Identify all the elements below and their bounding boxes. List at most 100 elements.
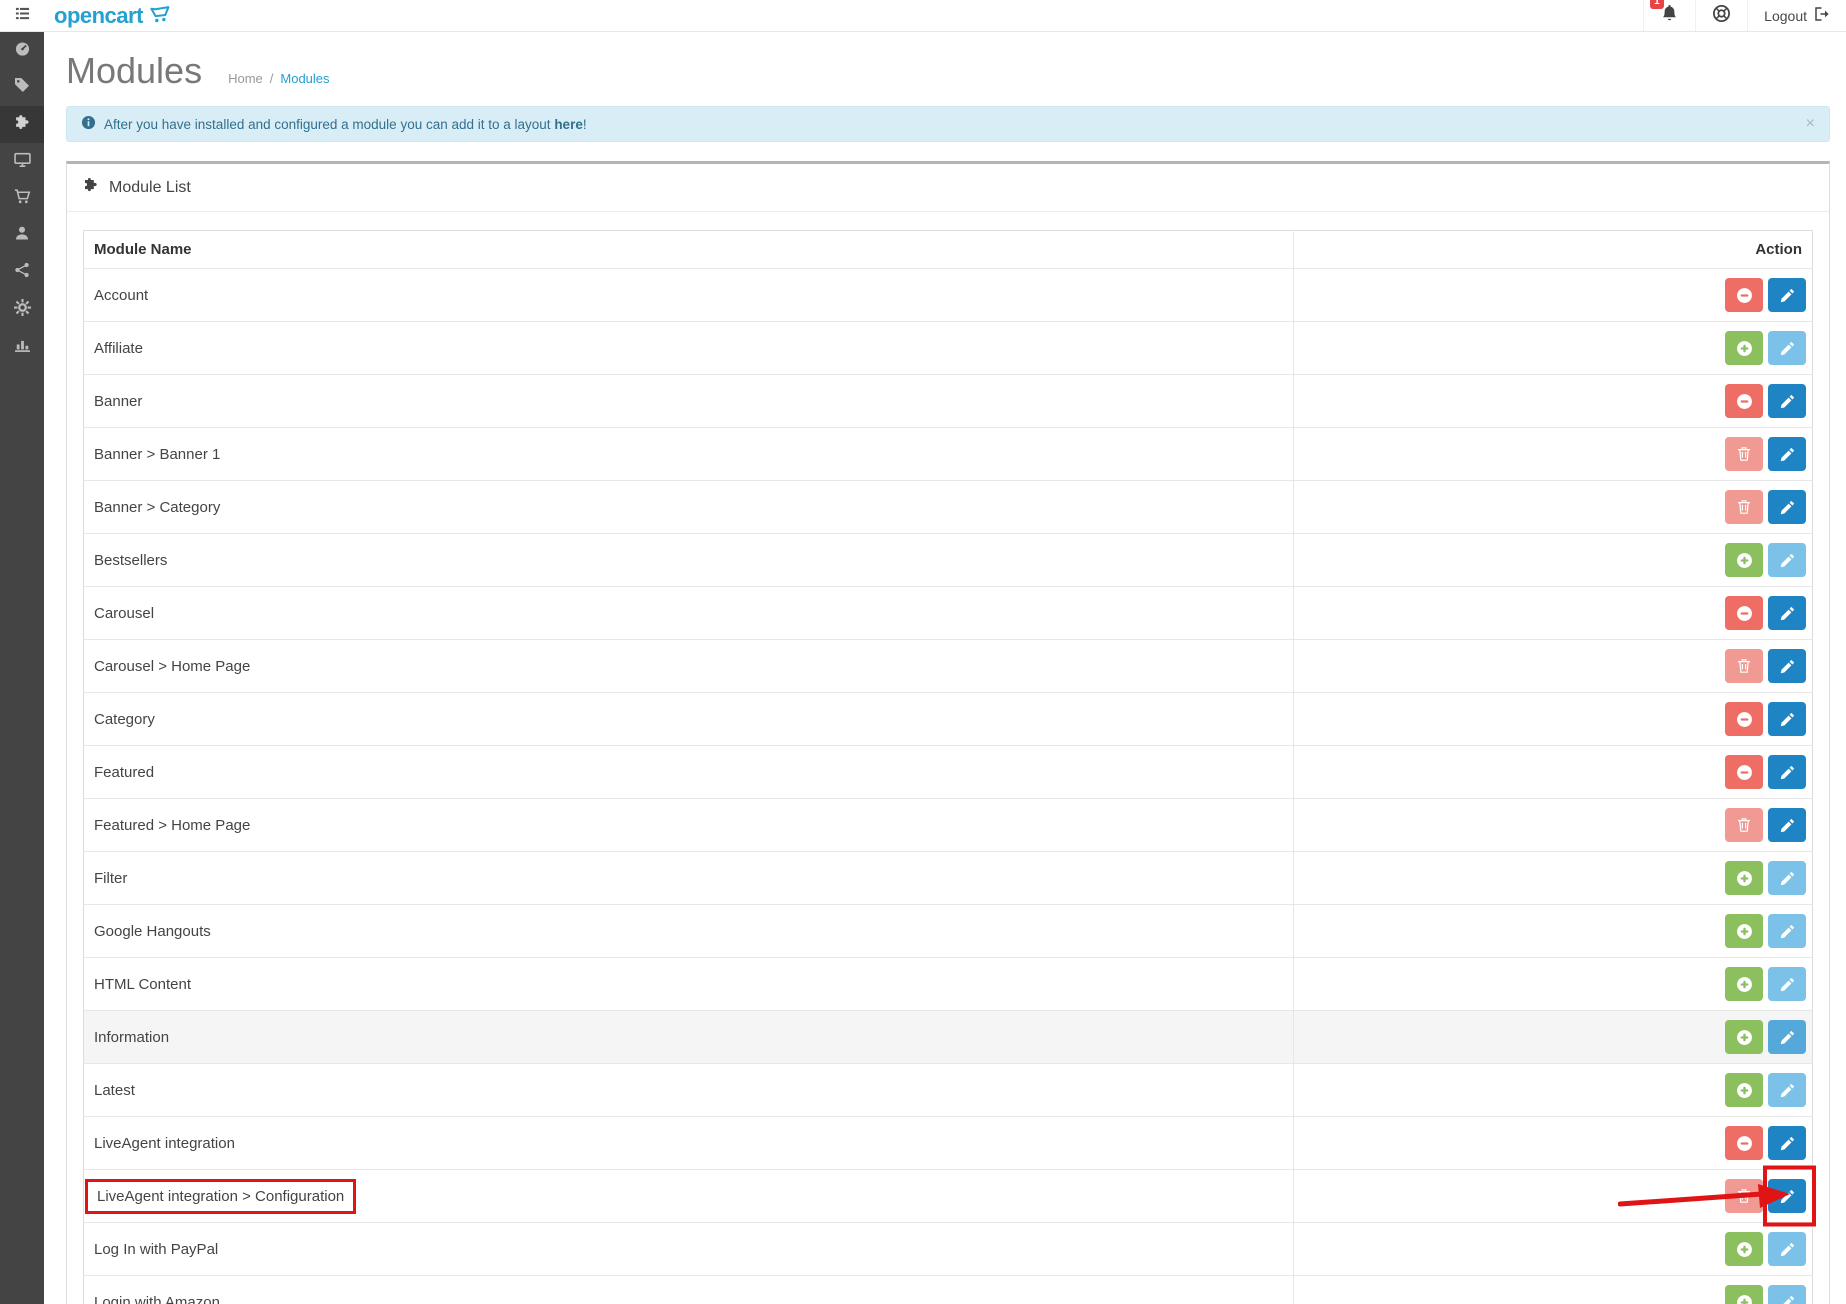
edit-button[interactable] [1768, 437, 1806, 471]
panel-heading: Module List [67, 164, 1829, 212]
edit-button[interactable] [1768, 1285, 1806, 1304]
edit-button[interactable] [1768, 755, 1806, 789]
sidebar-item-reports[interactable] [0, 328, 44, 365]
tag-icon [14, 77, 30, 98]
life-ring-icon [1712, 4, 1731, 28]
table-row: Carousel > Home Page [84, 640, 1813, 693]
uninstall-button[interactable] [1725, 1126, 1763, 1160]
edit-button[interactable] [1768, 1020, 1806, 1054]
install-button[interactable] [1725, 861, 1763, 895]
sidebar-item-system[interactable] [0, 291, 44, 328]
pencil-icon [1780, 977, 1795, 992]
opencart-logo[interactable]: opencart [54, 0, 172, 31]
trash-icon [1737, 817, 1751, 833]
install-button[interactable] [1725, 543, 1763, 577]
alert-here-link[interactable]: here [554, 117, 583, 132]
install-button[interactable] [1725, 967, 1763, 1001]
edit-button[interactable] [1768, 543, 1806, 577]
module-name-label: Filter [94, 870, 127, 887]
table-row: Banner [84, 375, 1813, 428]
sidebar-item-sales[interactable] [0, 180, 44, 217]
uninstall-button[interactable] [1725, 755, 1763, 789]
dashboard-gauge-icon [14, 40, 31, 62]
module-name-label: HTML Content [94, 976, 191, 993]
table-row: Information [84, 1011, 1813, 1064]
pencil-icon [1780, 394, 1795, 409]
notifications-button[interactable]: 1 [1643, 0, 1695, 31]
column-header-action: Action [1294, 231, 1813, 269]
edit-button[interactable] [1768, 861, 1806, 895]
pencil-icon [1780, 1083, 1795, 1098]
uninstall-button[interactable] [1725, 278, 1763, 312]
red-annotation-arrow [1618, 1181, 1790, 1215]
install-button[interactable] [1725, 1285, 1763, 1304]
table-row: LiveAgent integration > Configuration [84, 1170, 1813, 1223]
plus-circle-icon [1736, 1082, 1753, 1099]
plus-circle-icon [1736, 976, 1753, 993]
edit-button[interactable] [1768, 914, 1806, 948]
sidebar-item-marketing[interactable] [0, 254, 44, 291]
pencil-icon [1780, 1242, 1795, 1257]
top-bar: opencart 1 Logout [0, 0, 1846, 32]
delete-button[interactable] [1725, 490, 1763, 524]
edit-button[interactable] [1768, 702, 1806, 736]
edit-button[interactable] [1768, 1232, 1806, 1266]
red-annotation-box-label: LiveAgent integration > Configuration [85, 1179, 356, 1214]
edit-button[interactable] [1768, 967, 1806, 1001]
pencil-icon [1780, 659, 1795, 674]
pencil-icon [1780, 818, 1795, 833]
edit-button[interactable] [1768, 278, 1806, 312]
minus-circle-icon [1736, 711, 1753, 728]
pencil-icon [1780, 1189, 1795, 1204]
sidebar-item-catalog[interactable] [0, 69, 44, 106]
delete-button[interactable] [1725, 1179, 1763, 1213]
plus-circle-icon [1736, 1294, 1753, 1304]
delete-button[interactable] [1725, 808, 1763, 842]
install-button[interactable] [1725, 1232, 1763, 1266]
plus-circle-icon [1736, 552, 1753, 569]
edit-button[interactable] [1768, 1073, 1806, 1107]
install-button[interactable] [1725, 331, 1763, 365]
plus-circle-icon [1736, 1241, 1753, 1258]
delete-button[interactable] [1725, 649, 1763, 683]
sidebar-item-dashboard[interactable] [0, 32, 44, 69]
edit-button[interactable] [1768, 596, 1806, 630]
uninstall-button[interactable] [1725, 384, 1763, 418]
edit-button[interactable] [1768, 1179, 1806, 1213]
info-circle-icon [81, 115, 96, 133]
table-row: Banner > Category [84, 481, 1813, 534]
sidebar-nav [0, 32, 44, 1304]
install-button[interactable] [1725, 1020, 1763, 1054]
sidebar-item-customers[interactable] [0, 217, 44, 254]
edit-button[interactable] [1768, 649, 1806, 683]
module-name-label: Category [94, 711, 155, 728]
edit-button[interactable] [1768, 1126, 1806, 1160]
monitor-icon [14, 151, 31, 173]
table-row: Affiliate [84, 322, 1813, 375]
module-name-label: Carousel > Home Page [94, 658, 250, 675]
table-row: Account [84, 269, 1813, 322]
uninstall-button[interactable] [1725, 702, 1763, 736]
uninstall-button[interactable] [1725, 596, 1763, 630]
table-row: Banner > Banner 1 [84, 428, 1813, 481]
delete-button[interactable] [1725, 437, 1763, 471]
sidebar-item-design[interactable] [0, 143, 44, 180]
minus-circle-icon [1736, 1135, 1753, 1152]
edit-button[interactable] [1768, 331, 1806, 365]
sidebar-toggle-button[interactable] [0, 0, 44, 31]
table-row: Login with Amazon [84, 1276, 1813, 1304]
support-button[interactable] [1695, 0, 1747, 31]
sidebar-item-extensions[interactable] [0, 106, 44, 143]
logout-button[interactable]: Logout [1747, 0, 1846, 31]
install-button[interactable] [1725, 1073, 1763, 1107]
edit-button[interactable] [1768, 490, 1806, 524]
pencil-icon [1780, 553, 1795, 568]
install-button[interactable] [1725, 914, 1763, 948]
alert-text: After you have installed and configured … [104, 117, 587, 132]
alert-close-icon[interactable]: × [1806, 116, 1815, 132]
breadcrumb-modules-link[interactable]: Modules [280, 71, 329, 86]
pencil-icon [1780, 500, 1795, 515]
breadcrumb-home[interactable]: Home [228, 71, 263, 86]
edit-button[interactable] [1768, 384, 1806, 418]
edit-button[interactable] [1768, 808, 1806, 842]
